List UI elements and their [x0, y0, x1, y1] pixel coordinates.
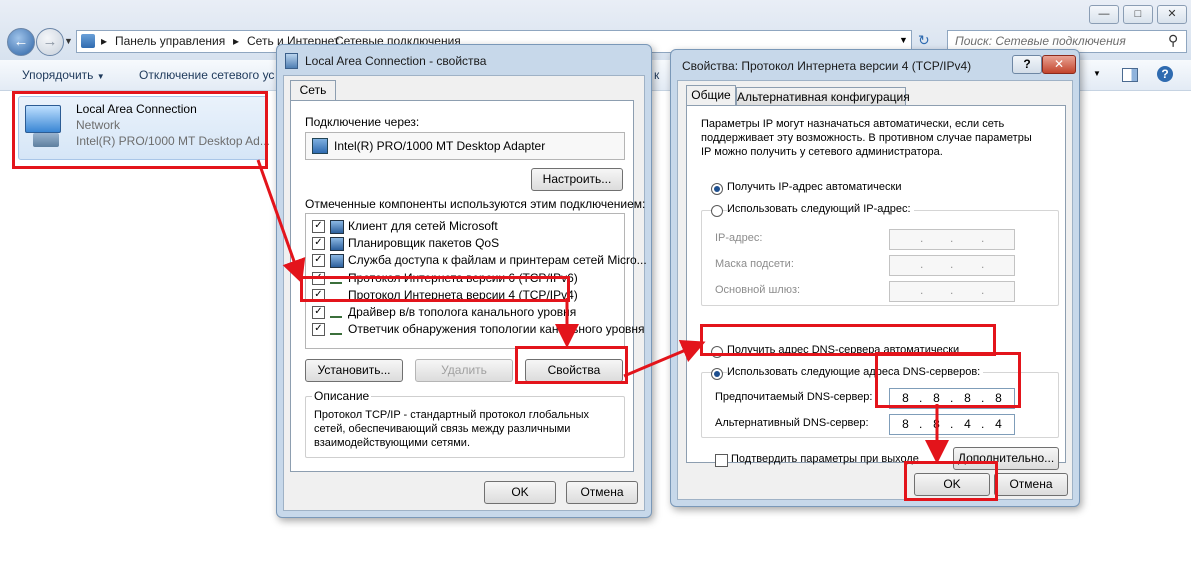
arrow-connection-to-ipv4: [256, 159, 306, 284]
annotation-arrows: [256, 159, 949, 464]
arrow-properties-to-dns: [623, 339, 706, 378]
